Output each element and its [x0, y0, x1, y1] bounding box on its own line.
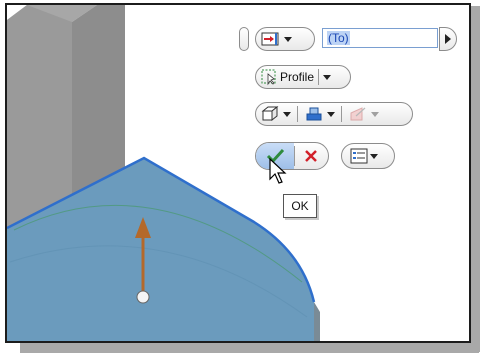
- chevron-down-icon: [284, 36, 292, 42]
- tooltip-text: OK: [291, 199, 309, 213]
- model-scene[interactable]: [7, 5, 471, 343]
- chevron-down-icon[interactable]: [283, 111, 291, 117]
- chevron-down-icon: [323, 74, 332, 80]
- options-dropdown[interactable]: [341, 143, 395, 169]
- chevron-down-icon: [370, 153, 378, 159]
- ok-tooltip: OK: [283, 194, 317, 218]
- window-shadow-right: [470, 6, 480, 352]
- mouse-cursor-icon: [269, 157, 287, 184]
- slab-edge: [314, 302, 320, 341]
- chevron-down-icon[interactable]: [327, 111, 335, 117]
- graphics-viewport[interactable]: (To) Profile OK: [5, 3, 471, 343]
- options-list-icon: [350, 148, 368, 164]
- profile-select-icon: [260, 68, 278, 86]
- next-button[interactable]: [439, 27, 457, 51]
- profile-dropdown[interactable]: Profile: [255, 65, 351, 89]
- play-arrow-icon: [445, 34, 451, 44]
- ok-cancel-group: [255, 142, 329, 170]
- toolbar-grip[interactable]: [239, 27, 249, 51]
- extents-value-field[interactable]: (To): [322, 28, 438, 48]
- extents-value-text: (To): [327, 31, 350, 45]
- profile-label: Profile: [280, 70, 315, 84]
- match-shape-icon[interactable]: [348, 105, 368, 123]
- cancel-x-icon: [305, 150, 317, 162]
- arrow-origin-point[interactable]: [136, 290, 150, 304]
- extents-dropdown[interactable]: [255, 27, 315, 51]
- solid-body-icon[interactable]: [260, 105, 280, 123]
- chevron-down-icon[interactable]: [371, 111, 379, 117]
- extents-to-icon: [260, 30, 282, 48]
- direction-icon[interactable]: [304, 105, 324, 123]
- cancel-button[interactable]: [295, 143, 329, 169]
- output-options-group: [255, 102, 413, 126]
